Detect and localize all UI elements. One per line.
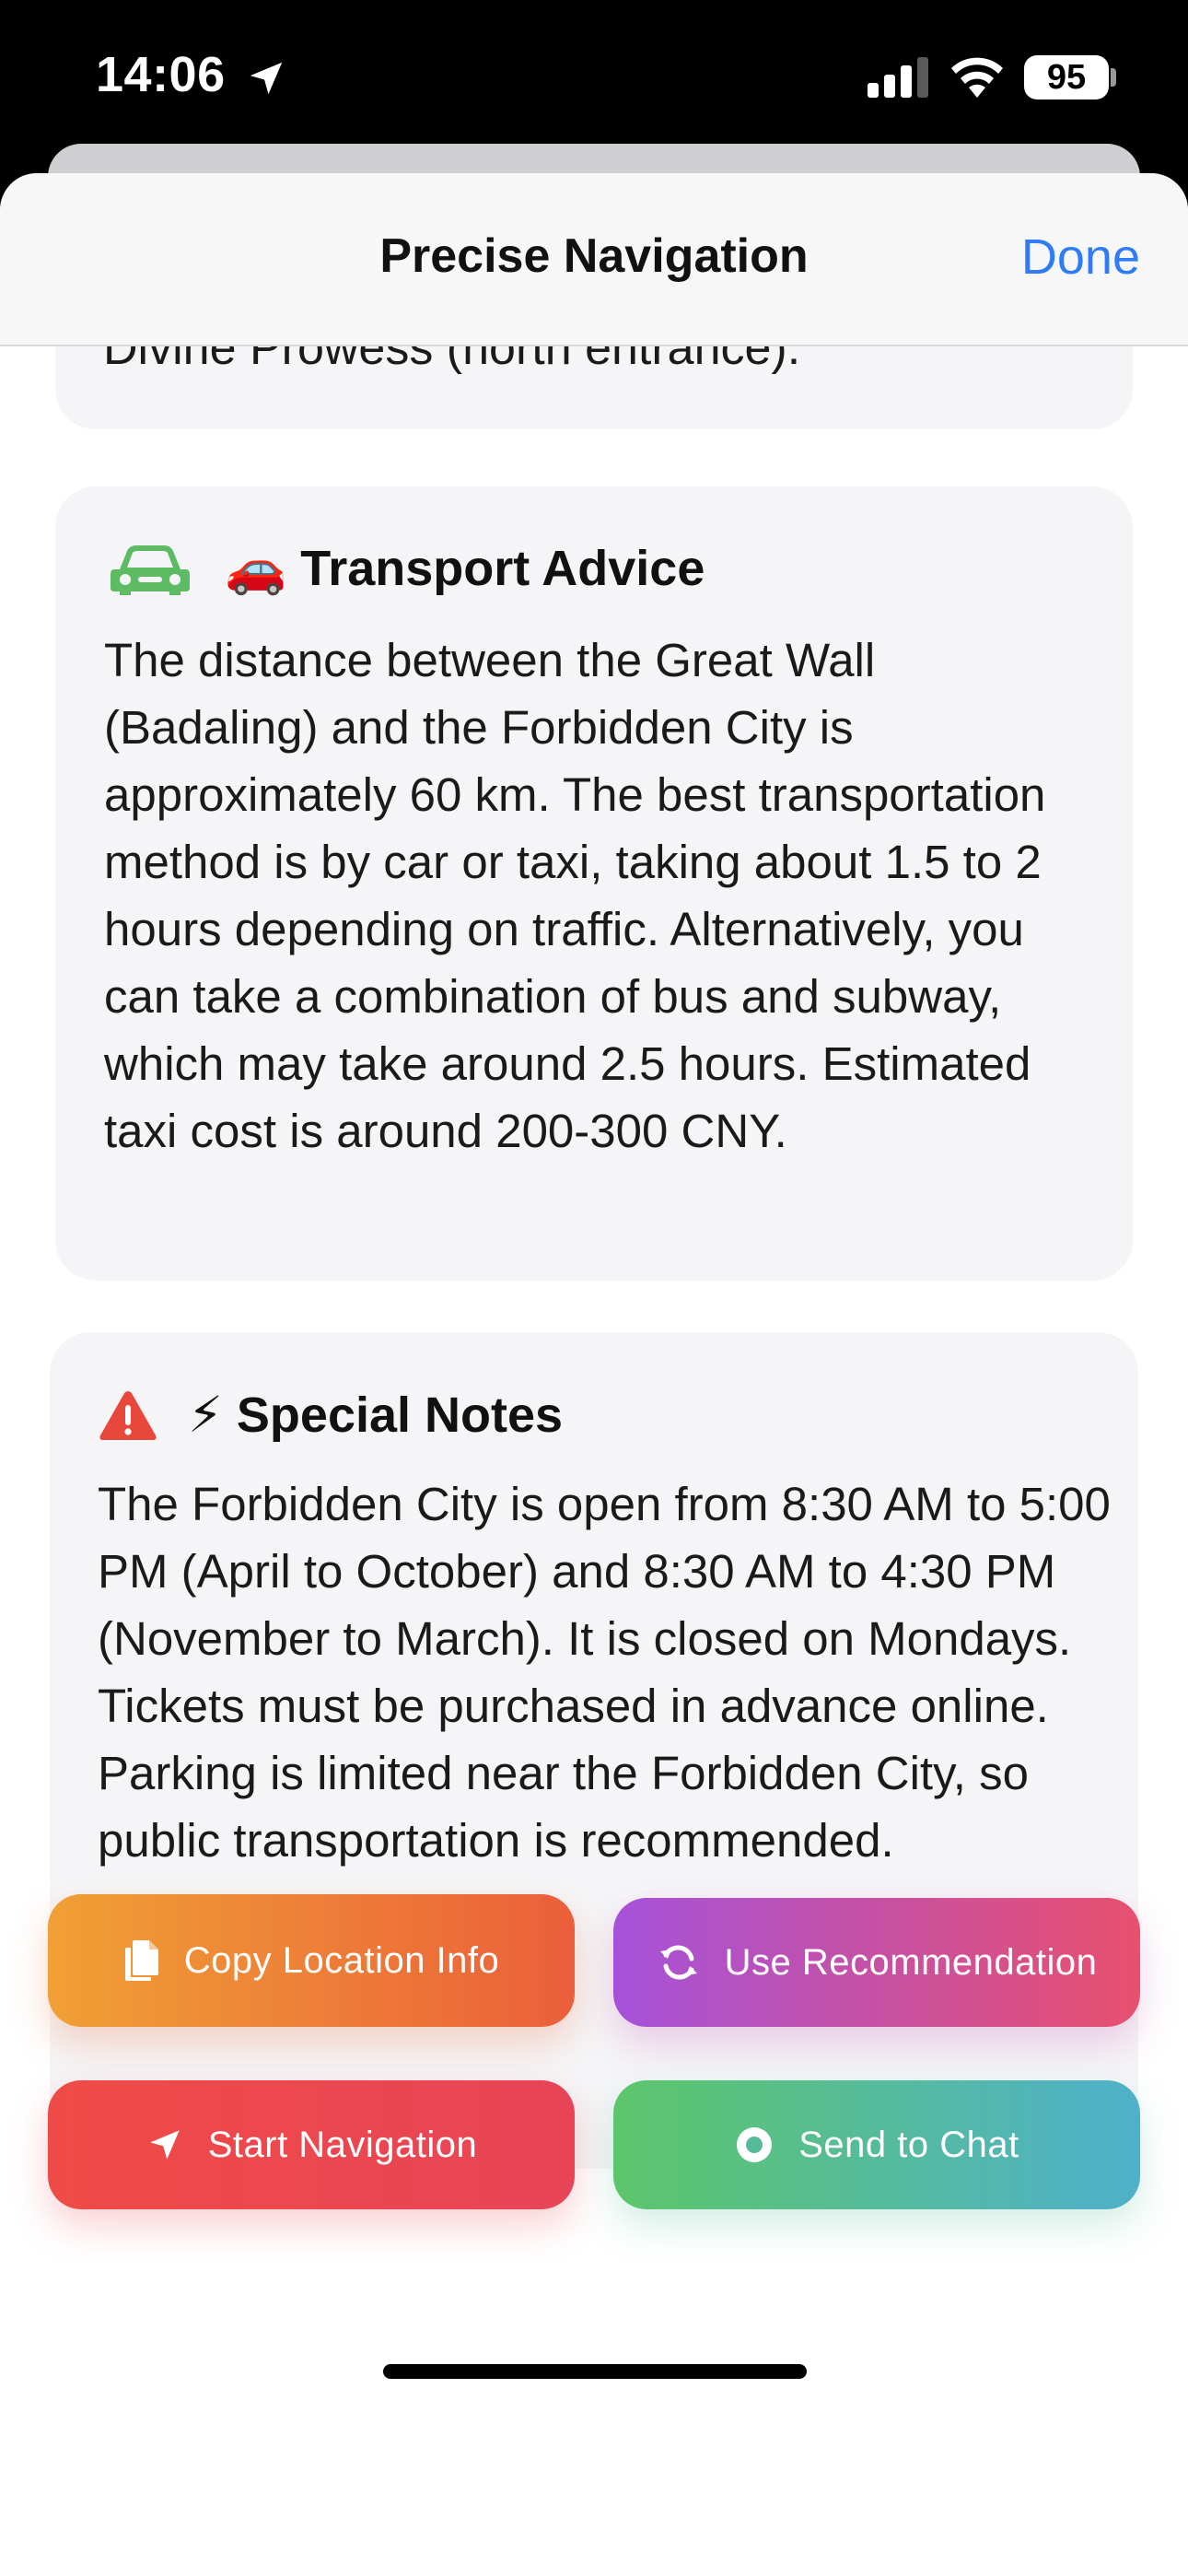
battery-tip bbox=[1111, 68, 1116, 87]
wifi-icon bbox=[951, 57, 1003, 98]
status-time: 14:06 bbox=[96, 47, 226, 102]
copy-location-info-button[interactable]: Copy Location Info bbox=[48, 1894, 575, 2027]
navigation-arrow-icon bbox=[149, 2130, 180, 2160]
signal-icon bbox=[868, 57, 928, 98]
location-arrow-icon bbox=[250, 62, 283, 95]
use-recommendation-button[interactable]: Use Recommendation bbox=[613, 1898, 1140, 2027]
battery-icon: 95 bbox=[1024, 55, 1109, 100]
copy-icon bbox=[124, 1940, 158, 1981]
send-to-chat-button[interactable]: Send to Chat bbox=[613, 2080, 1140, 2209]
chat-bubble-icon bbox=[737, 2127, 773, 2162]
car-icon bbox=[111, 544, 190, 595]
start-navigation-button[interactable]: Start Navigation bbox=[48, 2080, 575, 2209]
home-indicator bbox=[383, 2364, 807, 2379]
transport-advice-card: 🚗 Transport Advice The distance between … bbox=[55, 486, 1133, 1281]
status-bar: 14:06 95 bbox=[0, 0, 1188, 157]
send-to-chat-label: Send to Chat bbox=[798, 2124, 1019, 2165]
special-notes-body: The Forbidden City is open from 8:30 AM … bbox=[98, 1478, 1111, 1867]
navigation-sheet: Divine Prowess (north entrance). 🚗 Trans… bbox=[0, 173, 1188, 2576]
use-recommendation-label: Use Recommendation bbox=[724, 1941, 1098, 1983]
nav-bar: Precise Navigation Done bbox=[0, 173, 1188, 346]
battery-level: 95 bbox=[1046, 57, 1087, 97]
refresh-icon bbox=[659, 1945, 697, 1980]
done-button[interactable]: Done bbox=[1021, 228, 1140, 286]
transport-advice-title: 🚗 Transport Advice bbox=[225, 541, 705, 596]
special-notes-header: ⚡ Special Notes bbox=[98, 1386, 563, 1444]
copy-location-info-label: Copy Location Info bbox=[183, 1939, 500, 1981]
transport-advice-body: The distance between the Great Wall (Bad… bbox=[104, 634, 1046, 1157]
special-notes-card: ⚡ Special Notes The Forbidden City is op… bbox=[50, 1332, 1138, 2169]
warning-icon bbox=[99, 1390, 157, 1440]
special-notes-title: ⚡ Special Notes bbox=[188, 1388, 564, 1443]
page-title: Precise Navigation bbox=[379, 229, 809, 283]
start-navigation-label: Start Navigation bbox=[207, 2124, 478, 2165]
transport-advice-header: 🚗 Transport Advice bbox=[107, 540, 705, 598]
